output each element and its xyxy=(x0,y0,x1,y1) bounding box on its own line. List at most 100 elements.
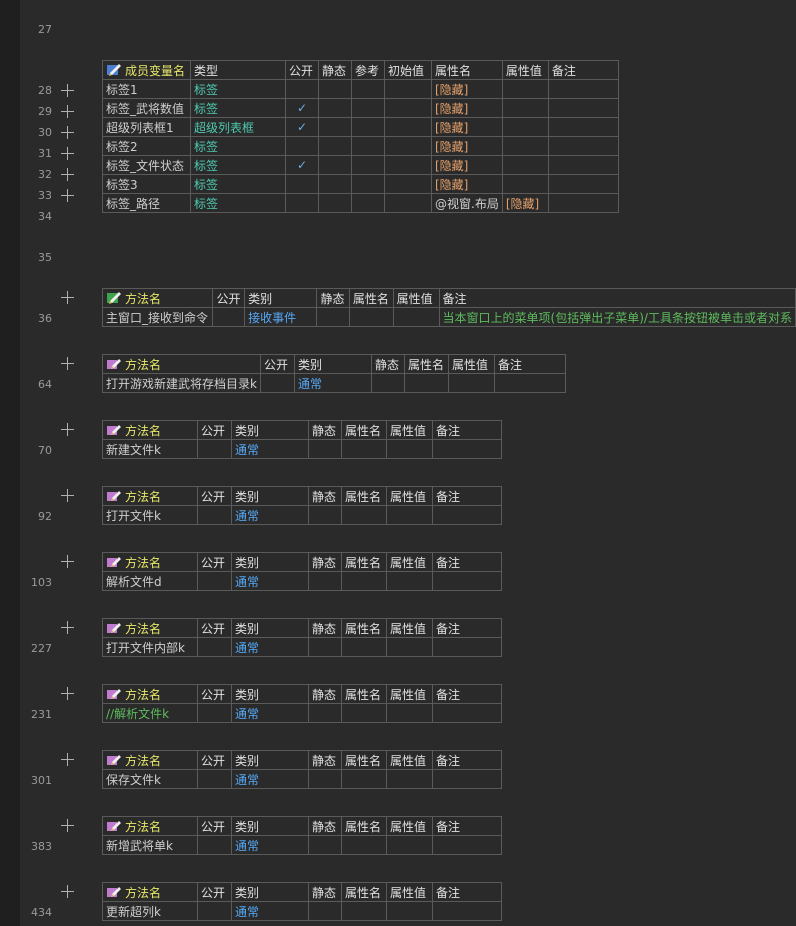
method-note[interactable] xyxy=(494,373,566,393)
var-type[interactable]: 标签 xyxy=(190,136,286,156)
table-row[interactable]: 打开文件内部k 通常 xyxy=(102,637,502,657)
method-note[interactable]: 当本窗口上的菜单项(包括弹出子菜单)/工具条按钮被单击或者对系 xyxy=(438,307,796,327)
table-row[interactable]: 主窗口_接收到命令 接收事件 当本窗口上的菜单项(包括弹出子菜单)/工具条按钮被… xyxy=(101,307,796,327)
var-type[interactable]: 标签 xyxy=(190,98,286,118)
var-attr-name[interactable]: [隐藏] xyxy=(431,136,503,156)
header-attr-value: 属性值 xyxy=(386,750,433,770)
method-name[interactable]: 新建文件k xyxy=(102,439,198,459)
expand-plus-icon[interactable] xyxy=(61,819,74,832)
method-name[interactable]: 打开游戏新建武将存档目录k xyxy=(102,373,261,393)
expand-plus-icon[interactable] xyxy=(61,489,74,502)
table-row[interactable]: 标签3 标签 [隐藏] xyxy=(102,174,619,194)
var-name[interactable]: 标签_路径 xyxy=(102,193,191,213)
var-attr-name[interactable]: @视窗.布局 xyxy=(431,193,503,213)
expand-plus-icon[interactable] xyxy=(61,753,74,766)
method-note[interactable] xyxy=(432,439,502,459)
var-type[interactable]: 标签 xyxy=(190,174,286,194)
method-category[interactable]: 通常 xyxy=(231,571,309,591)
header-attr-value: 属性值 xyxy=(386,684,433,704)
var-public[interactable]: ✓ xyxy=(285,155,319,175)
table-row[interactable]: 标签_武将数值 标签 ✓ [隐藏] xyxy=(102,98,619,118)
var-attr-value[interactable] xyxy=(501,79,549,99)
method-note[interactable] xyxy=(432,505,502,525)
method-name[interactable]: 新增武将单k xyxy=(102,835,198,855)
table-row[interactable]: 更新超列k 通常 xyxy=(102,901,502,921)
var-attr-value[interactable] xyxy=(501,136,549,156)
expand-plus-icon[interactable] xyxy=(61,423,74,436)
table-row[interactable]: 解析文件d 通常 xyxy=(102,571,502,591)
method-category[interactable]: 通常 xyxy=(231,769,309,789)
var-name[interactable]: 标签3 xyxy=(102,174,191,194)
var-type[interactable]: 标签 xyxy=(190,79,286,99)
table-row[interactable]: 新增武将单k 通常 xyxy=(102,835,502,855)
method-note[interactable] xyxy=(432,703,502,723)
method-name[interactable]: //解析文件k xyxy=(102,703,198,723)
var-name[interactable]: 标签1 xyxy=(102,79,191,99)
expand-plus-icon[interactable] xyxy=(61,84,74,97)
var-attr-name[interactable]: [隐藏] xyxy=(431,98,503,118)
var-attr-value[interactable] xyxy=(501,155,549,175)
var-name[interactable]: 标签_文件状态 xyxy=(102,155,191,175)
method-name[interactable]: 打开文件内部k xyxy=(102,637,198,657)
method-category[interactable]: 通常 xyxy=(231,901,309,921)
table-row[interactable]: 标签_文件状态 标签 ✓ [隐藏] xyxy=(102,155,619,175)
method-note[interactable] xyxy=(432,637,502,657)
var-type[interactable]: 标签 xyxy=(190,155,286,175)
var-attr-name[interactable]: [隐藏] xyxy=(431,79,503,99)
var-public[interactable]: ✓ xyxy=(285,117,319,137)
expand-plus-icon[interactable] xyxy=(61,555,74,568)
method-note[interactable] xyxy=(432,901,502,921)
method-category[interactable]: 通常 xyxy=(231,835,309,855)
method-name[interactable]: 解析文件d xyxy=(102,571,198,591)
var-attr-name[interactable]: [隐藏] xyxy=(431,155,503,175)
expand-plus-icon[interactable] xyxy=(61,126,74,139)
var-attr-value[interactable] xyxy=(501,98,549,118)
table-row[interactable]: 超级列表框1 超级列表框 ✓ [隐藏] xyxy=(102,117,619,137)
var-public[interactable] xyxy=(285,79,319,99)
var-attr-name[interactable]: [隐藏] xyxy=(431,117,503,137)
method-category[interactable]: 通常 xyxy=(231,703,309,723)
method-note[interactable] xyxy=(432,769,502,789)
expand-plus-icon[interactable] xyxy=(61,168,74,181)
var-attr-value[interactable] xyxy=(501,117,549,137)
var-public[interactable] xyxy=(285,136,319,156)
expand-plus-icon[interactable] xyxy=(61,621,74,634)
method-category[interactable]: 接收事件 xyxy=(244,307,318,327)
var-public[interactable]: ✓ xyxy=(285,98,319,118)
var-public[interactable] xyxy=(285,193,319,213)
expand-plus-icon[interactable] xyxy=(61,885,74,898)
expand-plus-icon[interactable] xyxy=(61,687,74,700)
method-name[interactable]: 更新超列k xyxy=(102,901,198,921)
method-note[interactable] xyxy=(432,835,502,855)
var-name[interactable]: 标签2 xyxy=(102,136,191,156)
table-row[interactable]: 打开文件k 通常 xyxy=(102,505,502,525)
table-row[interactable]: 标签2 标签 [隐藏] xyxy=(102,136,619,156)
var-attr-name[interactable]: [隐藏] xyxy=(431,174,503,194)
table-row[interactable]: //解析文件k 通常 xyxy=(102,703,502,723)
method-name[interactable]: 保存文件k xyxy=(102,769,198,789)
expand-plus-icon[interactable] xyxy=(61,147,74,160)
table-row[interactable]: 新建文件k 通常 xyxy=(102,439,502,459)
expand-plus-icon[interactable] xyxy=(61,105,74,118)
method-name[interactable]: 打开文件k xyxy=(102,505,198,525)
method-category[interactable]: 通常 xyxy=(294,373,372,393)
method-note[interactable] xyxy=(432,571,502,591)
expand-plus-icon[interactable] xyxy=(61,357,74,370)
var-attr-value[interactable] xyxy=(501,174,549,194)
var-name[interactable]: 超级列表框1 xyxy=(102,117,191,137)
method-category[interactable]: 通常 xyxy=(231,505,309,525)
var-attr-value[interactable]: [隐藏] xyxy=(501,193,549,213)
var-public[interactable] xyxy=(285,174,319,194)
method-category[interactable]: 通常 xyxy=(231,637,309,657)
table-row[interactable]: 标签_路径 标签 @视窗.布局 [隐藏] xyxy=(102,193,619,213)
expand-plus-icon[interactable] xyxy=(61,291,74,304)
table-row[interactable]: 保存文件k 通常 xyxy=(102,769,502,789)
table-row[interactable]: 标签1 标签 [隐藏] xyxy=(102,79,619,99)
var-name[interactable]: 标签_武将数值 xyxy=(102,98,191,118)
expand-plus-icon[interactable] xyxy=(61,189,74,202)
method-category[interactable]: 通常 xyxy=(231,439,309,459)
var-type[interactable]: 超级列表框 xyxy=(190,117,286,137)
method-name[interactable]: 主窗口_接收到命令 xyxy=(101,307,214,327)
table-row[interactable]: 打开游戏新建武将存档目录k 通常 xyxy=(102,373,566,393)
var-type[interactable]: 标签 xyxy=(190,193,286,213)
